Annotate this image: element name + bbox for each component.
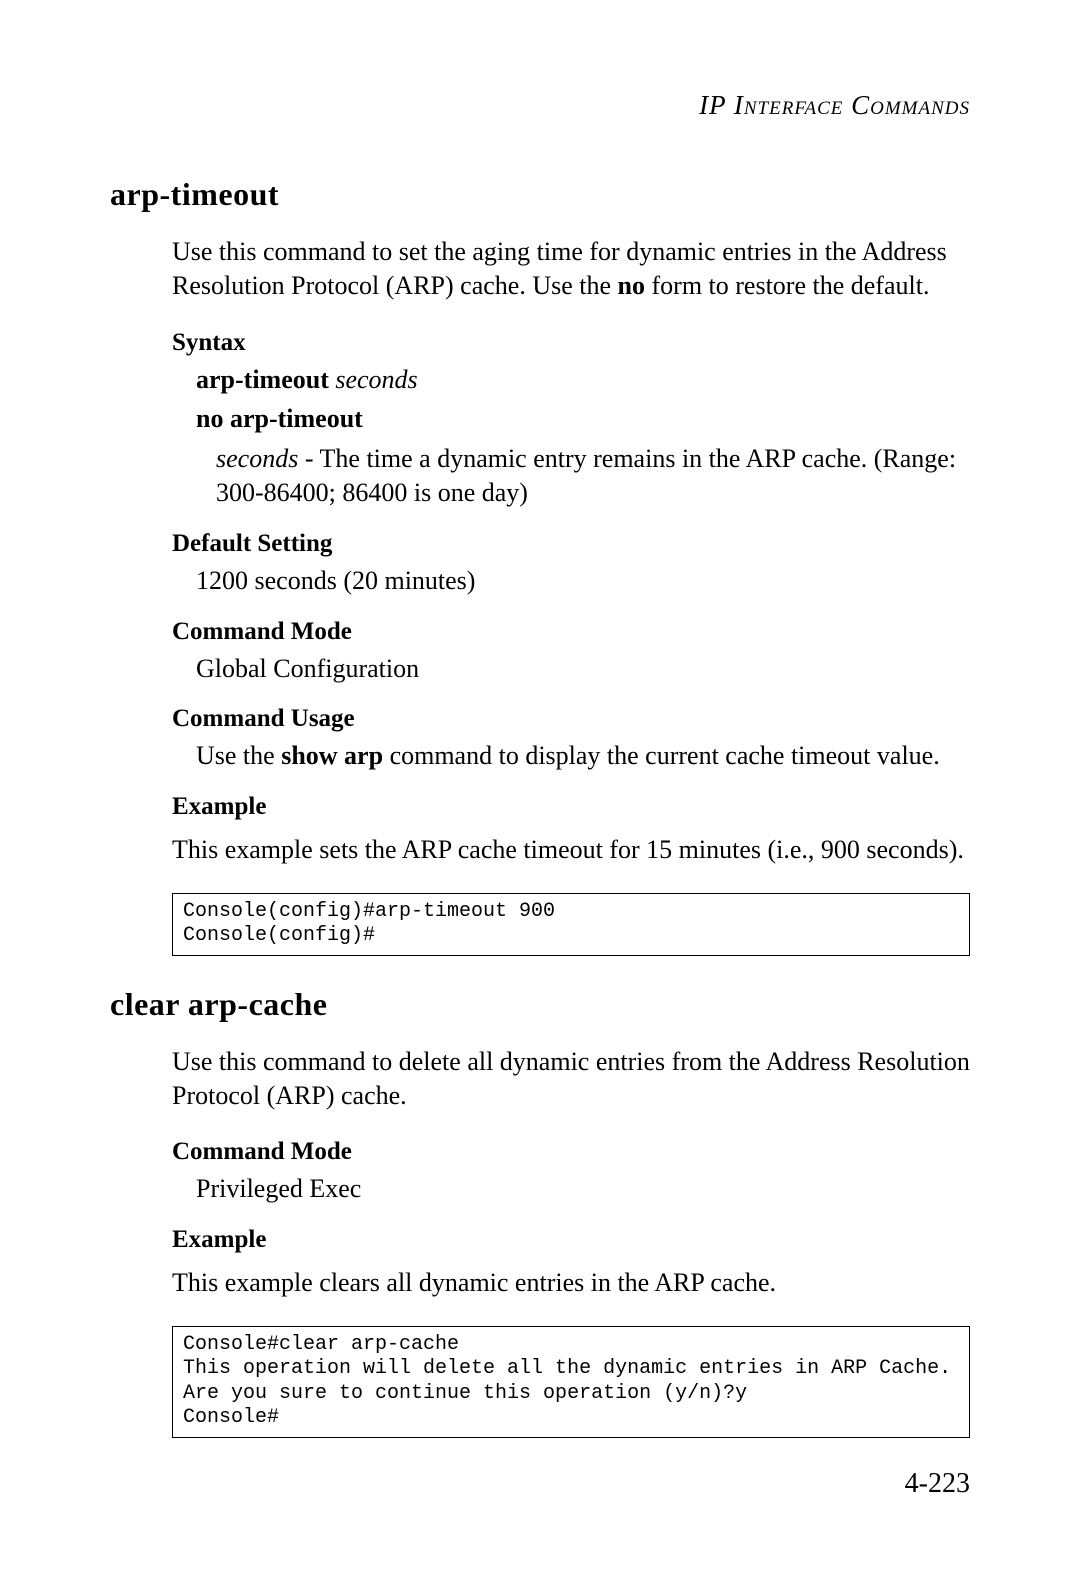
intro-paragraph-2: Use this command to delete all dynamic e… (172, 1045, 970, 1113)
syntax-line-1: arp-timeout seconds (196, 363, 970, 397)
example-intro-2: This example clears all dynamic entries … (172, 1266, 970, 1300)
mode-heading-1: Command Mode (172, 618, 970, 646)
document-page: IP Interface Commands arp-timeout Use th… (0, 0, 1080, 1570)
mode-value-1: Global Configuration (196, 652, 970, 686)
syntax-param: seconds - The time a dynamic entry remai… (216, 442, 970, 510)
intro-paragraph: Use this command to set the aging time f… (172, 235, 970, 303)
example-heading-2: Example (172, 1226, 970, 1254)
default-value: 1200 seconds (20 minutes) (196, 564, 970, 598)
param-italic: seconds (216, 444, 298, 473)
section-title-clear-arp-cache: clear arp-cache (110, 986, 970, 1023)
syntax-cmd1-italic: seconds (329, 365, 418, 394)
syntax-heading: Syntax (172, 329, 970, 357)
section-title-arp-timeout: arp-timeout (110, 176, 970, 213)
syntax-line-2: no arp-timeout (196, 402, 970, 436)
code-example-2: Console#clear arp-cache This operation w… (172, 1326, 970, 1438)
usage-heading: Command Usage (172, 705, 970, 733)
mode-value-2: Privileged Exec (196, 1172, 970, 1206)
example-heading-1: Example (172, 793, 970, 821)
default-heading: Default Setting (172, 530, 970, 558)
param-rest: - The time a dynamic entry remains in th… (216, 444, 956, 507)
code-example-1: Console(config)#arp-timeout 900 Console(… (172, 893, 970, 956)
running-header: IP Interface Commands (110, 90, 970, 121)
intro-bold-no: no (618, 271, 645, 300)
usage-post: command to display the current cache tim… (383, 741, 940, 770)
mode-heading-2: Command Mode (172, 1138, 970, 1166)
usage-text: Use the show arp command to display the … (196, 739, 970, 773)
page-number: 4-223 (905, 1468, 970, 1500)
example-intro-1: This example sets the ARP cache timeout … (172, 833, 970, 867)
syntax-cmd2-bold: no arp-timeout (196, 404, 363, 433)
syntax-cmd1-bold: arp-timeout (196, 365, 329, 394)
intro-text-post: form to restore the default. (645, 271, 929, 300)
usage-bold: show arp (281, 741, 383, 770)
usage-pre: Use the (196, 741, 281, 770)
